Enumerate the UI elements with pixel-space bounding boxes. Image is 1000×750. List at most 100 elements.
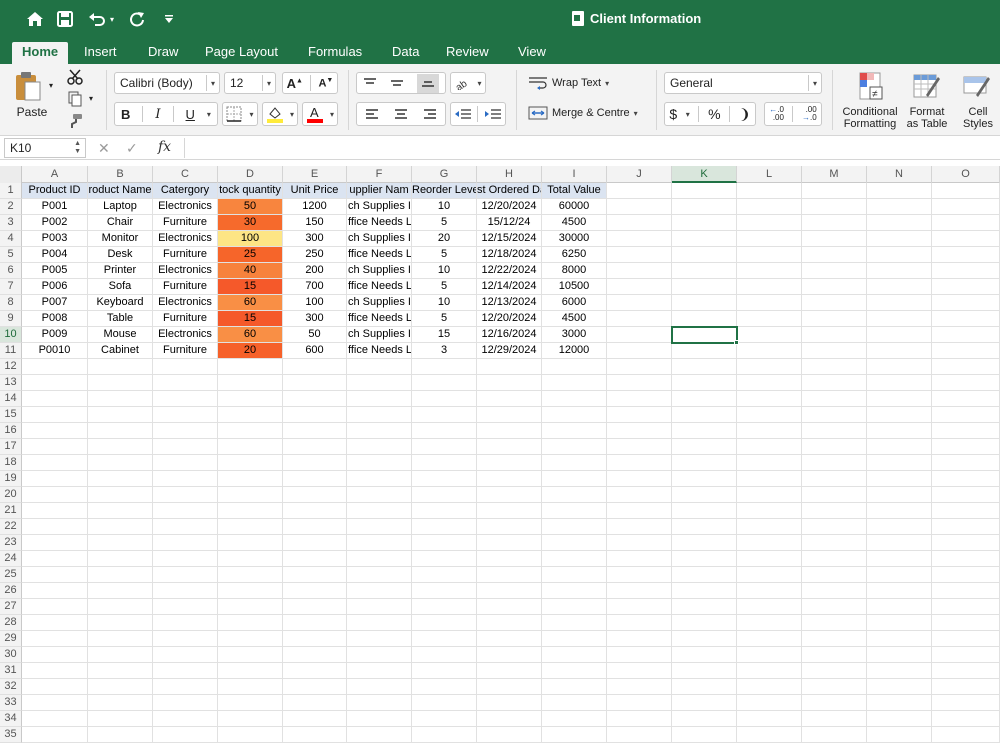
cell-b26[interactable]	[88, 583, 153, 599]
cell-k29[interactable]	[672, 631, 737, 647]
row-header-21[interactable]: 21	[0, 503, 22, 519]
cell-n19[interactable]	[867, 471, 932, 487]
cell-c17[interactable]	[153, 439, 218, 455]
cell-a30[interactable]	[22, 647, 88, 663]
cell-h27[interactable]	[477, 599, 542, 615]
cell-j35[interactable]	[607, 727, 672, 743]
cell-b9[interactable]: Table	[88, 311, 153, 327]
cell-f25[interactable]	[347, 567, 412, 583]
cell-d33[interactable]	[218, 695, 283, 711]
tab-page-layout[interactable]: Page Layout	[195, 42, 288, 64]
cell-l6[interactable]	[737, 263, 802, 279]
cell-l29[interactable]	[737, 631, 802, 647]
align-right-icon[interactable]	[423, 108, 437, 120]
cell-n21[interactable]	[867, 503, 932, 519]
cell-j14[interactable]	[607, 391, 672, 407]
cell-l34[interactable]	[737, 711, 802, 727]
cell-o15[interactable]	[932, 407, 1000, 423]
cell-f13[interactable]	[347, 375, 412, 391]
cell-a1[interactable]: Product ID	[22, 183, 88, 199]
cell-n11[interactable]	[867, 343, 932, 359]
cell-l1[interactable]	[737, 183, 802, 199]
cell-l35[interactable]	[737, 727, 802, 743]
cell-c28[interactable]	[153, 615, 218, 631]
cell-d14[interactable]	[218, 391, 283, 407]
cell-b27[interactable]	[88, 599, 153, 615]
cell-d2[interactable]: 50	[218, 199, 283, 215]
cell-i23[interactable]	[542, 535, 607, 551]
cell-d13[interactable]	[218, 375, 283, 391]
orientation-button[interactable]: ab ▾	[450, 72, 486, 94]
cell-m14[interactable]	[802, 391, 867, 407]
cell-e35[interactable]	[283, 727, 347, 743]
cell-k20[interactable]	[672, 487, 737, 503]
cell-h16[interactable]	[477, 423, 542, 439]
cell-o6[interactable]	[932, 263, 1000, 279]
cell-o31[interactable]	[932, 663, 1000, 679]
row-header-23[interactable]: 23	[0, 535, 22, 551]
cell-g6[interactable]: 10	[412, 263, 477, 279]
cell-m25[interactable]	[802, 567, 867, 583]
row-header-1[interactable]: 1	[0, 183, 22, 199]
cell-o2[interactable]	[932, 199, 1000, 215]
cell-o29[interactable]	[932, 631, 1000, 647]
cell-b19[interactable]	[88, 471, 153, 487]
cell-j4[interactable]	[607, 231, 672, 247]
cell-o21[interactable]	[932, 503, 1000, 519]
cell-g19[interactable]	[412, 471, 477, 487]
cell-d19[interactable]	[218, 471, 283, 487]
cell-h9[interactable]: 12/20/2024	[477, 311, 542, 327]
cell-g7[interactable]: 5	[412, 279, 477, 295]
row-header-33[interactable]: 33	[0, 695, 22, 711]
align-left-icon[interactable]	[365, 108, 379, 120]
cell-o22[interactable]	[932, 519, 1000, 535]
cell-f31[interactable]	[347, 663, 412, 679]
cell-l28[interactable]	[737, 615, 802, 631]
cell-k31[interactable]	[672, 663, 737, 679]
comma-style-button[interactable]: ❩	[739, 106, 751, 123]
cell-i34[interactable]	[542, 711, 607, 727]
cell-b1[interactable]: roduct Name	[88, 183, 153, 199]
row-header-9[interactable]: 9	[0, 311, 22, 327]
cell-c1[interactable]: Catergory	[153, 183, 218, 199]
cell-f34[interactable]	[347, 711, 412, 727]
cell-b2[interactable]: Laptop	[88, 199, 153, 215]
cell-b32[interactable]	[88, 679, 153, 695]
cell-c12[interactable]	[153, 359, 218, 375]
row-header-19[interactable]: 19	[0, 471, 22, 487]
chevron-down-icon[interactable]: ▾	[686, 110, 690, 119]
cell-n12[interactable]	[867, 359, 932, 375]
cell-j6[interactable]	[607, 263, 672, 279]
cell-g10[interactable]: 15	[412, 327, 477, 343]
paste-dropdown-icon[interactable]: ▾	[46, 80, 56, 90]
cell-b18[interactable]	[88, 455, 153, 471]
cell-j9[interactable]	[607, 311, 672, 327]
cell-b24[interactable]	[88, 551, 153, 567]
cell-b21[interactable]	[88, 503, 153, 519]
cell-n4[interactable]	[867, 231, 932, 247]
cell-i32[interactable]	[542, 679, 607, 695]
cell-a34[interactable]	[22, 711, 88, 727]
borders-button[interactable]: ▾	[222, 102, 258, 126]
bold-button[interactable]: B	[121, 107, 130, 122]
cell-k23[interactable]	[672, 535, 737, 551]
cell-i30[interactable]	[542, 647, 607, 663]
cell-j2[interactable]	[607, 199, 672, 215]
row-header-29[interactable]: 29	[0, 631, 22, 647]
cell-a8[interactable]: P007	[22, 295, 88, 311]
cell-f27[interactable]	[347, 599, 412, 615]
cell-h13[interactable]	[477, 375, 542, 391]
cell-b29[interactable]	[88, 631, 153, 647]
cell-e15[interactable]	[283, 407, 347, 423]
paste-icon[interactable]	[10, 68, 46, 104]
cell-f11[interactable]: ffice Needs L	[347, 343, 412, 359]
format-as-table-button[interactable]: Format as Table	[902, 104, 952, 132]
cell-e5[interactable]: 250	[283, 247, 347, 263]
cell-g15[interactable]	[412, 407, 477, 423]
cell-d16[interactable]	[218, 423, 283, 439]
cell-o14[interactable]	[932, 391, 1000, 407]
cell-g35[interactable]	[412, 727, 477, 743]
cell-c8[interactable]: Electronics	[153, 295, 218, 311]
cell-o34[interactable]	[932, 711, 1000, 727]
cell-i26[interactable]	[542, 583, 607, 599]
